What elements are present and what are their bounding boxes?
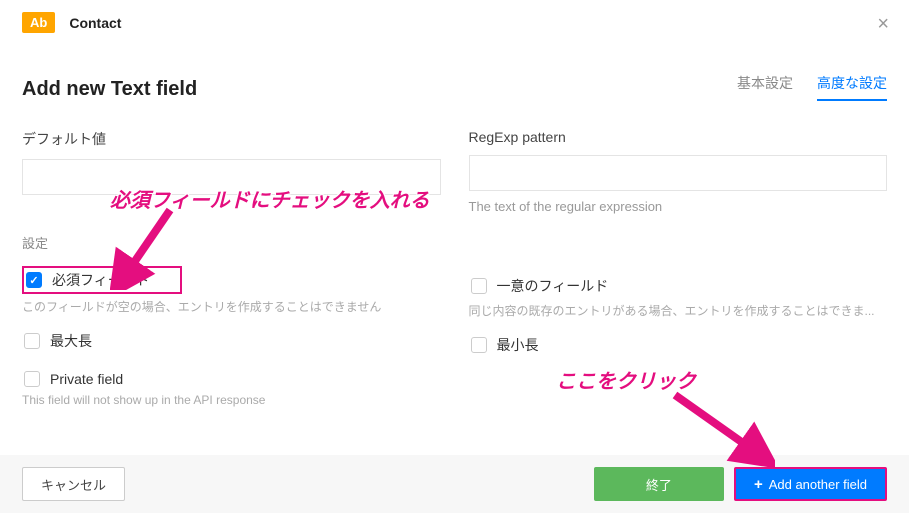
maxlength-checkbox[interactable] bbox=[24, 333, 40, 349]
default-value-label: デフォルト値 bbox=[22, 129, 441, 149]
footer-right: 終了 + Add another field bbox=[594, 467, 887, 501]
left-column: デフォルト値 設定 ✓ 必須フィールド このフィールドが空の場合、エントリを作成… bbox=[22, 129, 441, 421]
private-desc: This field will not show up in the API r… bbox=[22, 393, 441, 407]
minlength-row[interactable]: 最小長 bbox=[469, 333, 888, 357]
add-another-field-button[interactable]: + Add another field bbox=[734, 467, 887, 501]
unique-checkbox[interactable] bbox=[471, 278, 487, 294]
tab-advanced[interactable]: 高度な設定 bbox=[817, 73, 887, 101]
annotation-arrow-2 bbox=[665, 390, 775, 470]
tabs: 基本設定 高度な設定 bbox=[737, 73, 887, 101]
required-desc: このフィールドが空の場合、エントリを作成することはできません bbox=[22, 298, 441, 315]
regexp-label: RegExp pattern bbox=[469, 129, 888, 145]
unique-desc: 同じ内容の既存のエントリがある場合、エントリを作成することはできま... bbox=[469, 302, 888, 319]
cancel-button[interactable]: キャンセル bbox=[22, 467, 125, 501]
close-icon[interactable]: × bbox=[877, 14, 889, 34]
plus-icon: + bbox=[754, 477, 763, 492]
field-type-name: Contact bbox=[69, 15, 121, 31]
unique-field-row[interactable]: 一意のフィールド bbox=[469, 274, 888, 298]
private-field-row[interactable]: Private field bbox=[22, 369, 441, 389]
tab-basic[interactable]: 基本設定 bbox=[737, 73, 793, 101]
add-another-label: Add another field bbox=[769, 477, 867, 492]
maxlength-label: 最大長 bbox=[50, 331, 92, 351]
field-type-badge: Ab bbox=[22, 12, 55, 33]
title-row: Add new Text field 基本設定 高度な設定 bbox=[0, 45, 909, 111]
maxlength-row[interactable]: 最大長 bbox=[22, 329, 441, 353]
modal-header: Ab Contact × bbox=[0, 0, 909, 45]
finish-button[interactable]: 終了 bbox=[594, 467, 724, 501]
required-checkbox[interactable]: ✓ bbox=[26, 272, 42, 288]
regexp-helper: The text of the regular expression bbox=[469, 199, 888, 214]
minlength-label: 最小長 bbox=[497, 335, 539, 355]
private-checkbox[interactable] bbox=[24, 371, 40, 387]
minlength-checkbox[interactable] bbox=[471, 337, 487, 353]
annotation-arrow-1 bbox=[110, 205, 180, 290]
private-label: Private field bbox=[50, 371, 123, 387]
page-title: Add new Text field bbox=[22, 78, 197, 101]
unique-label: 一意のフィールド bbox=[497, 276, 609, 296]
settings-label: 設定 bbox=[22, 233, 441, 252]
regexp-input[interactable] bbox=[469, 155, 888, 191]
